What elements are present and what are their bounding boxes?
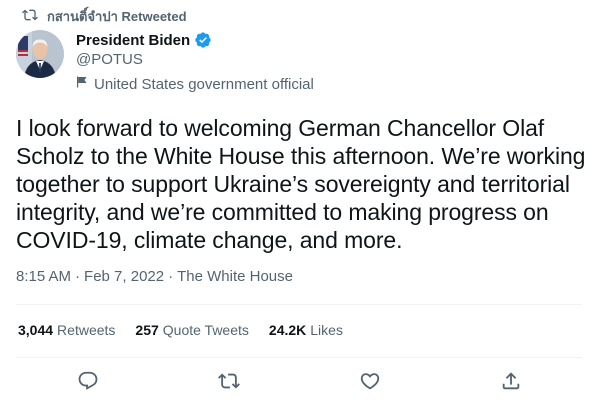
- action-bar: [0, 362, 598, 402]
- tweet-header: President Biden @POTUS United States gov…: [16, 30, 314, 93]
- retweets-count: 3,044: [18, 322, 54, 338]
- share-button[interactable]: [500, 370, 522, 392]
- meta-separator: ·: [168, 268, 174, 285]
- quote-tweets-stat[interactable]: 257 Quote Tweets: [135, 322, 249, 338]
- tweet-date[interactable]: Feb 7, 2022: [84, 268, 164, 285]
- likes-count: 24.2K: [268, 322, 307, 338]
- tweet-time[interactable]: 8:15 AM: [16, 268, 71, 285]
- share-icon: [500, 370, 522, 392]
- author-name[interactable]: President Biden: [76, 32, 190, 49]
- author-handle[interactable]: @POTUS: [76, 50, 314, 70]
- retweet-icon: [22, 7, 38, 26]
- retweeted-label: Retweeted: [121, 8, 187, 24]
- heart-icon: [359, 370, 381, 392]
- verified-badge-icon: [194, 31, 212, 49]
- tweet-source[interactable]: The White House: [177, 268, 293, 285]
- reply-button[interactable]: [77, 370, 99, 392]
- government-label: United States government official: [76, 75, 314, 93]
- retweeted-by-row[interactable]: กสานติ์จำปา Retweeted: [22, 7, 187, 25]
- meta-separator: ·: [75, 268, 81, 285]
- author-block: President Biden @POTUS United States gov…: [76, 30, 314, 93]
- like-button[interactable]: [359, 370, 381, 392]
- retweets-stat[interactable]: 3,044 Retweets: [18, 322, 115, 338]
- retweet-button[interactable]: [218, 370, 240, 392]
- tweet-text: I look forward to welcoming German Chanc…: [16, 115, 586, 253]
- retweets-label: Retweets: [57, 322, 116, 338]
- tweet-stats: 3,044 Retweets 257 Quote Tweets 24.2K Likes: [18, 322, 343, 338]
- avatar[interactable]: [16, 30, 64, 78]
- tweet-meta: 8:15 AM · Feb 7, 2022 · The White House: [16, 268, 293, 285]
- divider: [16, 304, 582, 305]
- quote-tweets-label: Quote Tweets: [162, 322, 249, 338]
- likes-label: Likes: [310, 322, 343, 338]
- divider: [16, 357, 582, 358]
- retweeted-by-user[interactable]: กสานติ์จำปา: [47, 9, 118, 24]
- flag-icon: [76, 75, 88, 93]
- government-label-text: United States government official: [94, 75, 314, 93]
- reply-icon: [77, 370, 99, 392]
- quote-tweets-count: 257: [135, 322, 159, 338]
- retweet-icon: [218, 370, 240, 392]
- likes-stat[interactable]: 24.2K Likes: [269, 322, 343, 338]
